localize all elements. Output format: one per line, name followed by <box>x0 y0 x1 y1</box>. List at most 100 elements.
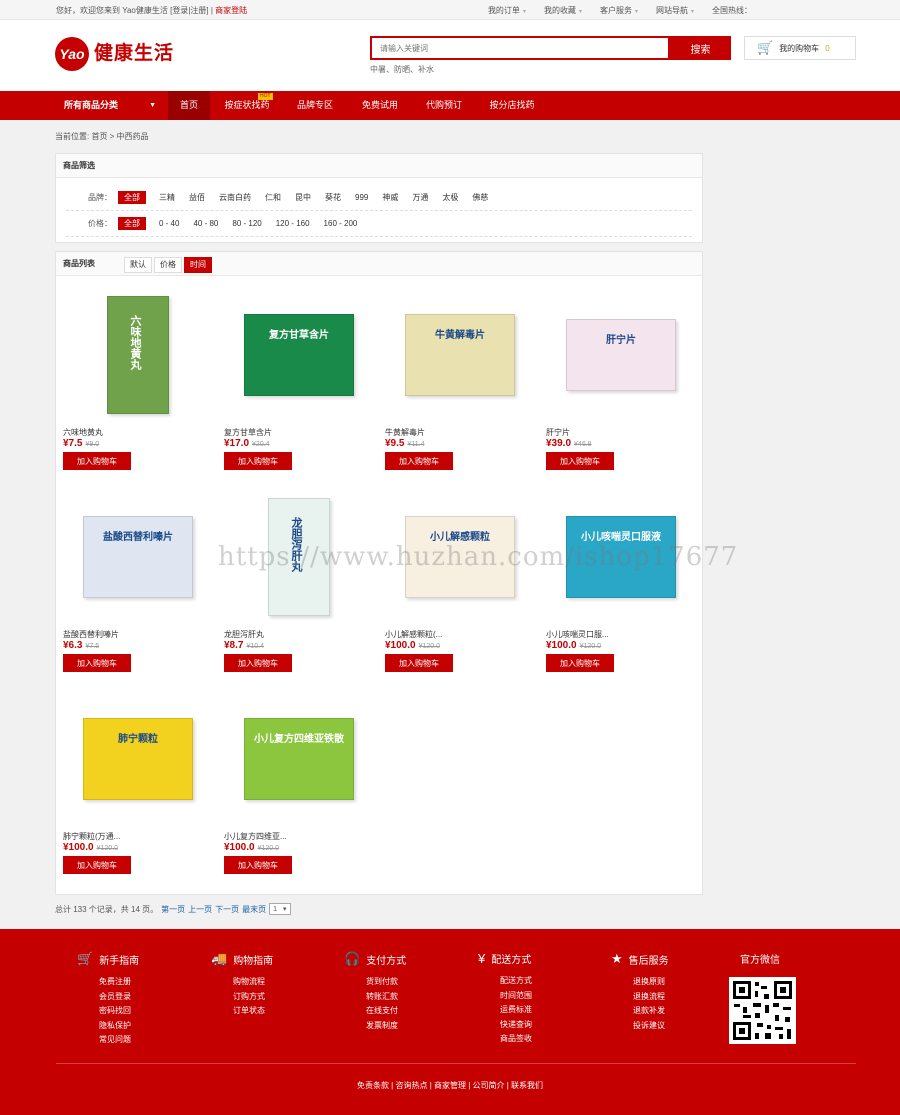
footer-link[interactable]: 商品签收 <box>478 1032 598 1047</box>
my-favorites-link[interactable]: 我的收藏 ▾ <box>544 5 582 16</box>
last-page-link[interactable]: 最末页 <box>242 904 266 915</box>
footer-link[interactable]: 购物流程 <box>211 975 331 990</box>
footer-link[interactable]: 快递查询 <box>478 1018 598 1033</box>
brand-option[interactable]: 佛慈 <box>472 192 488 203</box>
brand-option[interactable]: 葵花 <box>325 192 341 203</box>
hot-words[interactable]: 中暑、防晒、补水 <box>370 64 434 75</box>
logo[interactable]: Yao <box>55 37 89 71</box>
add-to-cart-button[interactable]: 加入购物车 <box>63 654 131 672</box>
register-link[interactable]: 注册 <box>190 6 206 15</box>
product-image[interactable]: 龙胆泻肝丸 <box>224 492 374 622</box>
product-name[interactable]: 肺宁颗粒(万通... <box>63 831 203 842</box>
footer-link[interactable]: 在线支付 <box>344 1004 464 1019</box>
nav-home[interactable]: 首页 <box>168 91 210 120</box>
product-image[interactable]: 小儿咳喘灵口服液 <box>546 492 696 622</box>
footer-link[interactable]: 常见问题 <box>77 1033 197 1048</box>
next-page-link[interactable]: 下一页 <box>215 904 239 915</box>
footer-column-label: 购物指南 <box>233 955 274 967</box>
product-image[interactable]: 盐酸西替利嗪片 <box>63 492 213 622</box>
add-to-cart-button[interactable]: 加入购物车 <box>63 452 131 470</box>
footer-link[interactable]: 退换流程 <box>611 990 731 1005</box>
footer-bottom-links[interactable]: 免责条款 | 咨询热点 | 商家管理 | 公司简介 | 联系我们 <box>0 1080 900 1091</box>
price-option[interactable]: 80 - 120 <box>232 219 261 228</box>
product-name[interactable]: 六味地黄丸 <box>63 427 203 438</box>
price-option[interactable]: 120 - 160 <box>276 219 310 228</box>
product-image[interactable]: 复方甘草含片 <box>224 290 374 420</box>
product-image[interactable]: 肝宁片 <box>546 290 696 420</box>
product-image[interactable]: 小儿解感颗粒 <box>385 492 535 622</box>
product-name[interactable]: 小儿复方四维亚... <box>224 831 364 842</box>
brand-option-all[interactable]: 全部 <box>118 191 146 204</box>
price-option[interactable]: 40 - 80 <box>193 219 218 228</box>
add-to-cart-button[interactable]: 加入购物车 <box>224 856 292 874</box>
top-bar: 您好，欢迎您来到 Yao健康生活 [登录|注册] | 商家登陆 我的订单 ▾ 我的… <box>0 0 900 20</box>
nav-symptom[interactable]: 按症状找药 HOT <box>212 91 282 120</box>
brand-option[interactable]: 万通 <box>412 192 428 203</box>
price-option[interactable]: 160 - 200 <box>324 219 358 228</box>
all-categories-button[interactable]: 所有商品分类 ▼ <box>0 91 168 120</box>
footer-link[interactable]: 运费标准 <box>478 1003 598 1018</box>
footer-link[interactable]: 时间范围 <box>478 989 598 1004</box>
add-to-cart-button[interactable]: 加入购物车 <box>385 452 453 470</box>
add-to-cart-button[interactable]: 加入购物车 <box>546 452 614 470</box>
footer-link[interactable]: 密码找回 <box>77 1004 197 1019</box>
footer-link[interactable]: 会员登录 <box>77 990 197 1005</box>
product-image[interactable]: 牛黄解毒片 <box>385 290 535 420</box>
sort-price[interactable]: 价格 <box>154 257 182 273</box>
product-image[interactable]: 六味地黄丸 <box>63 290 213 420</box>
nav-brand[interactable]: 品牌专区 <box>282 91 348 120</box>
product-name[interactable]: 小儿咳喘灵口服... <box>546 629 686 640</box>
sort-default[interactable]: 默认 <box>124 257 152 273</box>
footer-link[interactable]: 货到付款 <box>344 975 464 990</box>
brand-option[interactable]: 太极 <box>442 192 458 203</box>
price-option-all[interactable]: 全部 <box>118 217 146 230</box>
prev-page-link[interactable]: 上一页 <box>188 904 212 915</box>
footer-link[interactable]: 发票制度 <box>344 1019 464 1034</box>
footer-link[interactable]: 订单状态 <box>211 1004 331 1019</box>
search-input[interactable] <box>372 38 668 58</box>
nav-free-trial[interactable]: 免费试用 <box>348 91 412 120</box>
add-to-cart-button[interactable]: 加入购物车 <box>63 856 131 874</box>
add-to-cart-button[interactable]: 加入购物车 <box>546 654 614 672</box>
footer-link[interactable]: 投诉建议 <box>611 1019 731 1034</box>
my-orders-link[interactable]: 我的订单 ▾ <box>488 5 526 16</box>
product-name[interactable]: 盐酸西替利嗪片 <box>63 629 203 640</box>
search-button[interactable]: 搜索 <box>670 36 731 60</box>
footer-link[interactable]: 转账汇款 <box>344 990 464 1005</box>
footer-link[interactable]: 退换原则 <box>611 975 731 990</box>
brand-option[interactable]: 神威 <box>382 192 398 203</box>
nav-preorder[interactable]: 代购预订 <box>412 91 476 120</box>
cart-button[interactable]: 🛒 我的购物车 0 <box>744 36 856 60</box>
product-name[interactable]: 牛黄解毒片 <box>385 427 525 438</box>
product-name[interactable]: 复方甘草含片 <box>224 427 364 438</box>
nav-store[interactable]: 按分店找药 <box>476 91 548 120</box>
product-name[interactable]: 小儿解感颗粒(... <box>385 629 525 640</box>
footer-link[interactable]: 隐私保护 <box>77 1019 197 1034</box>
add-to-cart-button[interactable]: 加入购物车 <box>224 654 292 672</box>
first-page-link[interactable]: 第一页 <box>161 904 185 915</box>
wechat-qr-code <box>729 977 796 1044</box>
brand-option[interactable]: 仁和 <box>265 192 281 203</box>
product-image[interactable]: 小儿复方四维亚铁散 <box>224 694 374 824</box>
page-select[interactable]: 1 ▾ <box>269 903 291 915</box>
sort-time[interactable]: 时间 <box>184 257 212 273</box>
price-option[interactable]: 0 - 40 <box>159 219 179 228</box>
brand-option[interactable]: 三精 <box>159 192 175 203</box>
footer-link[interactable]: 订购方式 <box>211 990 331 1005</box>
brand-option[interactable]: 云南白药 <box>219 192 251 203</box>
site-nav-link[interactable]: 网站导航 ▾ <box>656 5 694 16</box>
product-name[interactable]: 龙胆泻肝丸 <box>224 629 364 640</box>
footer-link[interactable]: 免费注册 <box>77 975 197 990</box>
brand-option[interactable]: 益佰 <box>189 192 205 203</box>
footer-link[interactable]: 退款补发 <box>611 1004 731 1019</box>
merchant-login-link[interactable]: 商家登陆 <box>215 6 247 15</box>
brand-option[interactable]: 999 <box>355 193 368 202</box>
footer-link[interactable]: 配送方式 <box>478 974 598 989</box>
login-link[interactable]: 登录 <box>172 6 188 15</box>
product-image[interactable]: 肺宁颗粒 <box>63 694 213 824</box>
product-name[interactable]: 肝宁片 <box>546 427 686 438</box>
customer-service-link[interactable]: 客户服务 ▾ <box>600 5 638 16</box>
add-to-cart-button[interactable]: 加入购物车 <box>385 654 453 672</box>
add-to-cart-button[interactable]: 加入购物车 <box>224 452 292 470</box>
brand-option[interactable]: 昆中 <box>295 192 311 203</box>
